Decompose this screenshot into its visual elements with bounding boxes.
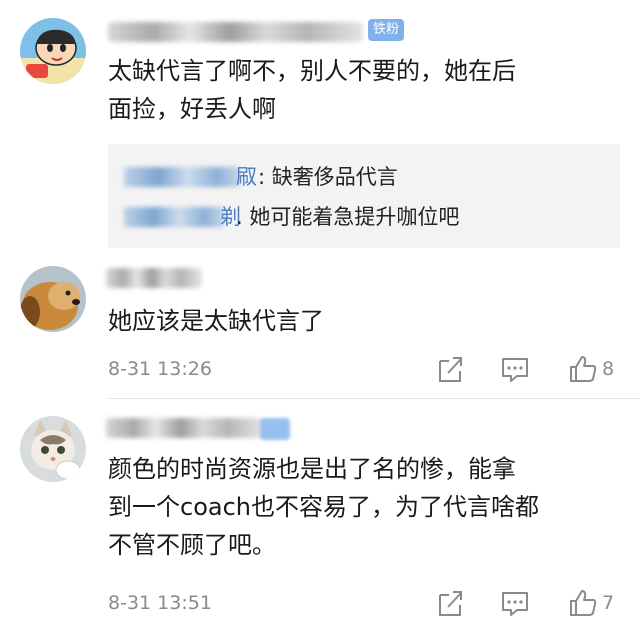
share-icon xyxy=(439,591,462,616)
comment-text: 她应该是太缺代言了 xyxy=(108,302,618,340)
comment-timestamp: 8-31 13:26 xyxy=(108,358,212,380)
share-button[interactable] xyxy=(436,354,464,384)
username-blurred[interactable] xyxy=(106,268,202,288)
comment-text-line: 到一个coach也不容易了，为了代言啥都 xyxy=(108,493,539,521)
reply-button[interactable] xyxy=(500,354,530,384)
avatar[interactable] xyxy=(20,416,86,482)
username-blurred[interactable] xyxy=(106,418,262,438)
reply-button[interactable] xyxy=(500,588,530,618)
crayon-shin-chan-avatar xyxy=(20,18,86,84)
comment-icon xyxy=(502,358,528,382)
comment-timestamp: 8-31 13:51 xyxy=(108,592,212,614)
fan-badge: 铁粉 xyxy=(368,19,405,41)
cat-avatar xyxy=(20,416,86,482)
share-icon xyxy=(439,357,462,382)
comment-meta-bar: 8-31 13:51 7 xyxy=(108,588,620,618)
comment-text-line: 她应该是太缺代言了 xyxy=(108,307,324,335)
fan-badge-blurred xyxy=(260,418,290,440)
comment-item: 铁粉 太缺代言了啊不，别人不要的，她在后 面捡，好丢人啊 㕞 : 缺奢侈品代言 … xyxy=(0,0,640,260)
like-button[interactable]: 7 xyxy=(568,588,628,618)
thumbs-up-icon xyxy=(570,590,597,616)
avatar[interactable] xyxy=(20,266,86,332)
reply-preview-box[interactable]: 㕞 : 缺奢侈品代言 剃 . 她可能着急提升咖位吧 xyxy=(108,144,620,248)
like-count: 8 xyxy=(602,358,615,380)
comment-text-line: 面捡，好丢人啊 xyxy=(108,95,276,123)
thumbs-up-icon xyxy=(570,356,597,382)
like-count: 7 xyxy=(602,592,615,614)
reply-item[interactable]: 㕞 : 缺奢侈品代言 xyxy=(108,158,620,196)
comment-text-line: 不管不顾了吧。 xyxy=(108,531,276,559)
like-button[interactable]: 8 xyxy=(568,354,628,384)
comment-text: 太缺代言了啊不，别人不要的，她在后 面捡，好丢人啊 xyxy=(108,52,618,128)
dog-avatar xyxy=(20,266,86,332)
comment-text-line: 颜色的时尚资源也是出了名的惨，能拿 xyxy=(108,455,516,483)
comment-item: 颜色的时尚资源也是出了名的惨，能拿 到一个coach也不容易了，为了代言啥都 不… xyxy=(0,400,640,628)
reply-username-blurred[interactable] xyxy=(124,207,224,227)
username-blurred[interactable] xyxy=(108,22,363,42)
reply-username-tail[interactable]: 㕞 xyxy=(236,158,257,196)
reply-text: . 她可能着急提升咖位吧 xyxy=(236,205,460,229)
comment-text-line: 太缺代言了啊不，别人不要的，她在后 xyxy=(108,57,516,85)
divider xyxy=(108,398,640,399)
avatar[interactable] xyxy=(20,18,86,84)
comment-text: 颜色的时尚资源也是出了名的惨，能拿 到一个coach也不容易了，为了代言啥都 不… xyxy=(108,450,618,564)
reply-username-blurred[interactable] xyxy=(124,167,240,187)
comment-icon xyxy=(502,592,528,616)
reply-item[interactable]: 剃 . 她可能着急提升咖位吧 xyxy=(108,198,620,236)
comment-item: 她应该是太缺代言了 8-31 13:26 8 xyxy=(0,262,640,390)
comment-meta-bar: 8-31 13:26 8 xyxy=(108,354,620,384)
share-button[interactable] xyxy=(436,588,464,618)
reply-text: : 缺奢侈品代言 xyxy=(258,165,398,189)
